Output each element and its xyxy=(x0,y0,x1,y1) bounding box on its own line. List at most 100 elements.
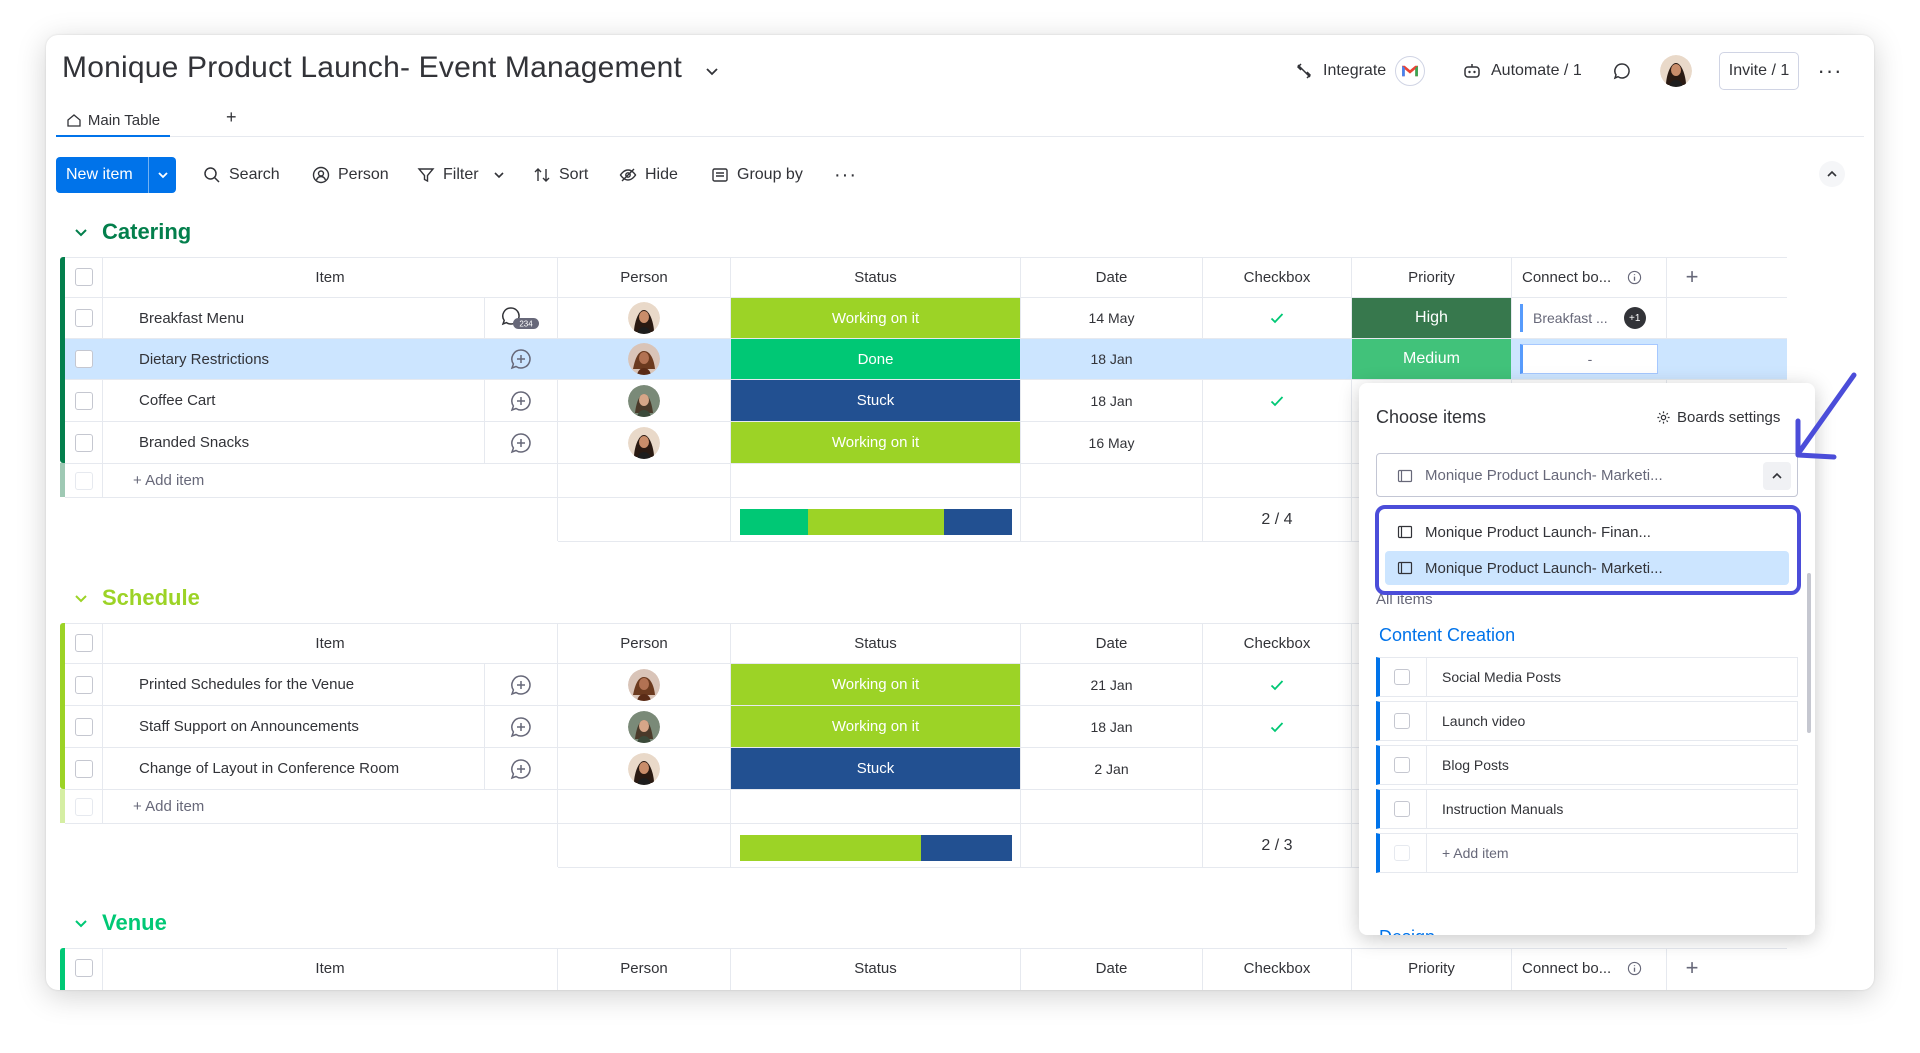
add-linkable-item[interactable]: + Add item xyxy=(1376,833,1798,873)
person-cell[interactable] xyxy=(558,380,730,421)
hide-button[interactable]: Hide xyxy=(619,161,678,189)
column-header-date[interactable]: Date xyxy=(1021,257,1202,297)
status-label[interactable]: Working on it xyxy=(731,706,1020,747)
checkbox-cell[interactable] xyxy=(1203,298,1351,338)
info-icon[interactable] xyxy=(1627,961,1642,976)
row-checkbox[interactable] xyxy=(66,748,102,789)
integrate-button[interactable]: Integrate xyxy=(1294,56,1426,86)
chevron-up-icon[interactable] xyxy=(1819,161,1845,187)
status-label[interactable]: Stuck xyxy=(731,380,1020,421)
updates-button[interactable] xyxy=(485,664,557,705)
item-name[interactable]: Printed Schedules for the Venue xyxy=(103,664,484,705)
column-header-priority[interactable]: Priority xyxy=(1352,948,1511,988)
add-column-button[interactable]: + xyxy=(1667,948,1717,988)
chevron-down-icon[interactable] xyxy=(148,157,176,193)
date-cell[interactable]: 14 May xyxy=(1021,298,1202,338)
status-label[interactable]: Working on it xyxy=(731,422,1020,463)
user-avatar[interactable] xyxy=(1660,55,1692,87)
linkable-item[interactable]: Launch video xyxy=(1376,701,1798,741)
column-header-date[interactable]: Date xyxy=(1021,623,1202,663)
add-item-input[interactable]: + Add item xyxy=(103,790,503,823)
connect-cell[interactable]: - xyxy=(1512,339,1666,379)
checkbox-cell[interactable] xyxy=(1203,664,1351,705)
more-toolbar-icon[interactable]: ··· xyxy=(834,161,857,189)
checkbox-cell[interactable] xyxy=(1203,422,1351,463)
updates-button[interactable] xyxy=(1612,58,1632,84)
person-filter-button[interactable]: Person xyxy=(312,161,389,189)
linkable-item[interactable]: Blog Posts xyxy=(1376,745,1798,785)
item-checkbox[interactable] xyxy=(1394,801,1410,817)
updates-button[interactable] xyxy=(485,748,557,789)
column-header-status[interactable]: Status xyxy=(731,948,1020,988)
date-cell[interactable]: 2 Jan xyxy=(1021,748,1202,789)
checkbox-cell[interactable] xyxy=(1203,339,1351,379)
select-all-checkbox[interactable] xyxy=(66,257,102,297)
filter-button[interactable]: Filter xyxy=(417,161,505,189)
column-header-checkbox[interactable]: Checkbox xyxy=(1203,623,1351,663)
connected-item-input[interactable]: - xyxy=(1520,344,1658,374)
add-item-input[interactable]: + Add item xyxy=(103,464,503,497)
date-cell[interactable]: 16 May xyxy=(1021,422,1202,463)
row-checkbox[interactable] xyxy=(66,339,102,379)
add-view-button[interactable]: + xyxy=(226,107,237,128)
column-header-item[interactable]: Item xyxy=(103,257,557,297)
person-cell[interactable] xyxy=(558,339,730,379)
updates-button[interactable]: 234 xyxy=(485,298,557,338)
invite-button[interactable]: Invite / 1 xyxy=(1719,52,1799,90)
updates-button[interactable] xyxy=(485,339,557,379)
status-label[interactable]: Working on it xyxy=(731,664,1020,705)
date-cell[interactable]: 18 Jan xyxy=(1021,380,1202,421)
person-cell[interactable] xyxy=(558,422,730,463)
linkable-item[interactable]: Social Media Posts xyxy=(1376,657,1798,697)
row-checkbox[interactable] xyxy=(66,664,102,705)
column-header-priority[interactable]: Priority xyxy=(1352,257,1511,297)
priority-label[interactable]: Medium xyxy=(1352,339,1511,379)
select-all-checkbox[interactable] xyxy=(66,623,102,663)
more-connected-badge[interactable]: +1 xyxy=(1623,307,1646,329)
checkbox-cell[interactable] xyxy=(1203,380,1351,421)
priority-label[interactable]: High xyxy=(1352,298,1511,338)
item-name[interactable]: Change of Layout in Conference Room xyxy=(103,748,484,789)
row-checkbox[interactable] xyxy=(66,380,102,421)
item-checkbox[interactable] xyxy=(1394,669,1410,685)
item-name[interactable]: Staff Support on Announcements xyxy=(103,706,484,747)
board-select[interactable]: Monique Product Launch- Marketi... xyxy=(1376,453,1798,497)
column-header-date[interactable]: Date xyxy=(1021,948,1202,988)
item-name[interactable]: Breakfast Menu xyxy=(103,298,484,338)
sort-button[interactable]: Sort xyxy=(533,161,588,189)
column-header-item[interactable]: Item xyxy=(103,623,557,663)
column-header-person[interactable]: Person xyxy=(558,948,730,988)
group-title-catering[interactable]: Catering xyxy=(72,217,191,247)
person-cell[interactable] xyxy=(558,664,730,705)
dropdown-scrollbar[interactable] xyxy=(1807,573,1811,733)
row-checkbox[interactable] xyxy=(66,298,102,338)
connect-cell[interactable]: Breakfast ... +1 xyxy=(1512,298,1666,338)
status-summary-bar[interactable] xyxy=(740,835,1012,861)
column-header-status[interactable]: Status xyxy=(731,257,1020,297)
linkable-item[interactable]: Instruction Manuals xyxy=(1376,789,1798,829)
tab-main-table[interactable]: Main Table xyxy=(56,105,170,137)
status-label[interactable]: Done xyxy=(731,339,1020,379)
item-checkbox[interactable] xyxy=(1394,757,1410,773)
group-title-schedule[interactable]: Schedule xyxy=(72,583,200,613)
column-header-item[interactable]: Item xyxy=(103,948,557,988)
column-header-checkbox[interactable]: Checkbox xyxy=(1203,257,1351,297)
status-label[interactable]: Stuck xyxy=(731,748,1020,789)
row-checkbox[interactable] xyxy=(66,706,102,747)
column-header-checkbox[interactable]: Checkbox xyxy=(1203,948,1351,988)
column-header-person[interactable]: Person xyxy=(558,623,730,663)
info-icon[interactable] xyxy=(1627,270,1642,285)
person-cell[interactable] xyxy=(558,706,730,747)
search-button[interactable]: Search xyxy=(203,161,280,189)
person-cell[interactable] xyxy=(558,748,730,789)
more-options-icon[interactable]: ··· xyxy=(1816,58,1844,83)
date-cell[interactable]: 18 Jan xyxy=(1021,706,1202,747)
add-column-button[interactable]: + xyxy=(1667,257,1717,297)
item-name[interactable]: Dietary Restrictions xyxy=(103,339,484,379)
status-summary-bar[interactable] xyxy=(740,509,1012,535)
chevron-down-icon[interactable] xyxy=(704,63,720,79)
chevron-down-icon[interactable] xyxy=(72,223,90,241)
select-all-checkbox[interactable] xyxy=(66,948,102,988)
board-title[interactable]: Monique Product Launch- Event Management xyxy=(62,51,682,85)
group-by-button[interactable]: Group by xyxy=(711,161,803,189)
